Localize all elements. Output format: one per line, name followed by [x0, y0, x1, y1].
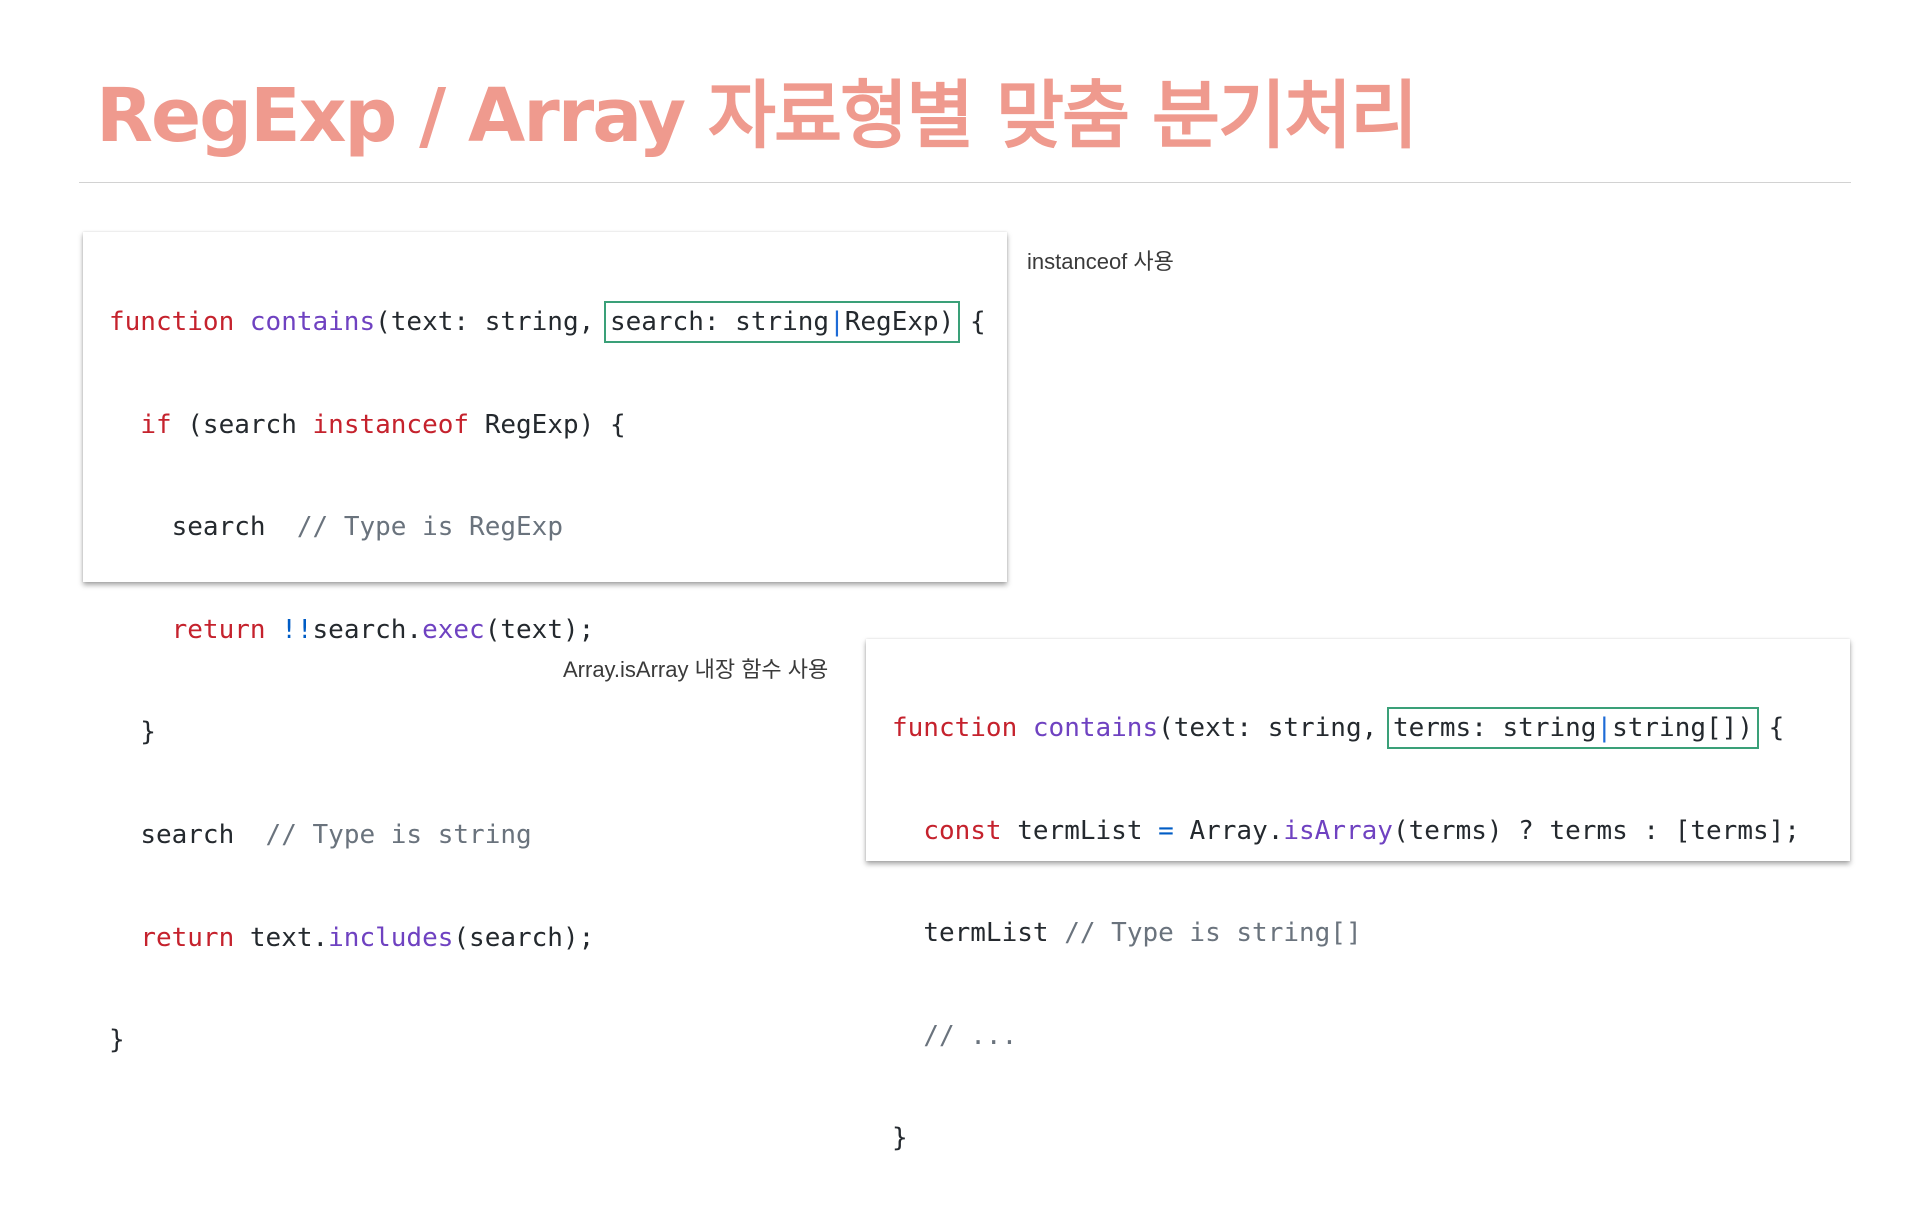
- keyword-token: function: [109, 307, 235, 337]
- code-line: if (search instanceof RegExp) {: [109, 404, 986, 447]
- code-line: search // Type is string: [109, 814, 986, 857]
- comment-token: // Type is string: [265, 819, 532, 850]
- code-text: text.: [234, 922, 329, 953]
- code-text: }: [109, 1025, 125, 1056]
- function-name-token: isArray: [1283, 815, 1393, 846]
- code-text: (search);: [453, 922, 595, 953]
- keyword-token: return: [171, 614, 266, 645]
- code-text: string[]): [1612, 713, 1753, 743]
- code-line: }: [109, 711, 986, 754]
- keyword-token: return: [140, 922, 235, 953]
- code-block: function contains(text: string, terms: s…: [892, 647, 1800, 1220]
- comment-token: // Type is string[]: [1064, 918, 1362, 949]
- function-name-token: contains: [1032, 713, 1159, 743]
- note-instanceof: instanceof 사용: [1027, 249, 1174, 274]
- function-name-token: contains: [249, 307, 376, 337]
- code-line: termList // Type is string[]: [892, 912, 1800, 955]
- note-isarray: Array.isArray 내장 함수 사용: [563, 657, 829, 682]
- function-name-token: includes: [328, 922, 454, 953]
- union-bar-token: |: [1596, 713, 1613, 743]
- code-text: {: [954, 307, 986, 337]
- code-block: function contains(text: string, search: …: [109, 241, 986, 1122]
- code-text: RegExp) {: [469, 409, 626, 440]
- code-text: (text: string,: [375, 307, 595, 337]
- code-text: RegExp): [844, 307, 955, 337]
- code-text: search: string: [609, 307, 830, 337]
- keyword-token: function: [892, 713, 1018, 743]
- code-line: function contains(text: string, terms: s…: [892, 707, 1800, 750]
- code-text: terms: string: [1392, 713, 1597, 743]
- function-name-token: exec: [422, 614, 485, 645]
- code-text: search: [171, 512, 266, 543]
- code-line: function contains(text: string, search: …: [109, 301, 986, 344]
- code-text: search: [140, 819, 235, 850]
- code-line: return !!search.exec(text);: [109, 609, 986, 652]
- code-line: }: [892, 1117, 1800, 1160]
- code-text: (search: [171, 409, 313, 440]
- code-text: }: [109, 717, 156, 748]
- code-text: termList: [923, 918, 1065, 949]
- page-title: RegExp / Array 자료형별 맞춤 분기처리: [96, 73, 1418, 159]
- highlighted-param: search: string|RegExp): [603, 301, 961, 343]
- code-line: return text.includes(search);: [109, 917, 986, 960]
- highlighted-param: terms: string|string[]): [1386, 707, 1759, 749]
- title-divider: [79, 182, 1851, 183]
- code-text: (text: string,: [1158, 713, 1378, 743]
- code-snippet-instanceof: function contains(text: string, search: …: [83, 232, 1007, 1055]
- code-text: (text);: [484, 614, 595, 645]
- comment-token: // Type is RegExp: [296, 512, 563, 543]
- keyword-token: const: [923, 815, 1002, 846]
- code-text: (terms) ? terms : [terms];: [1392, 815, 1800, 846]
- code-line: search // Type is RegExp: [109, 506, 986, 549]
- union-bar-token: |: [829, 307, 845, 337]
- operator-token: !!: [265, 614, 313, 645]
- code-text: termList: [1001, 815, 1159, 846]
- keyword-token: instanceof: [312, 409, 470, 440]
- code-line: // ...: [892, 1015, 1800, 1058]
- code-text: Array.: [1173, 815, 1284, 846]
- code-text: search.: [312, 614, 423, 645]
- code-line: const termList = Array.isArray(terms) ? …: [892, 810, 1800, 853]
- operator-token: =: [1158, 815, 1174, 846]
- code-text: }: [892, 1123, 908, 1154]
- comment-token: // ...: [923, 1020, 1018, 1051]
- code-line: }: [109, 1019, 986, 1062]
- keyword-token: if: [140, 409, 172, 440]
- code-text: {: [1752, 713, 1785, 743]
- code-snippet-isarray: function contains(text: string, terms: s…: [866, 639, 1850, 1153]
